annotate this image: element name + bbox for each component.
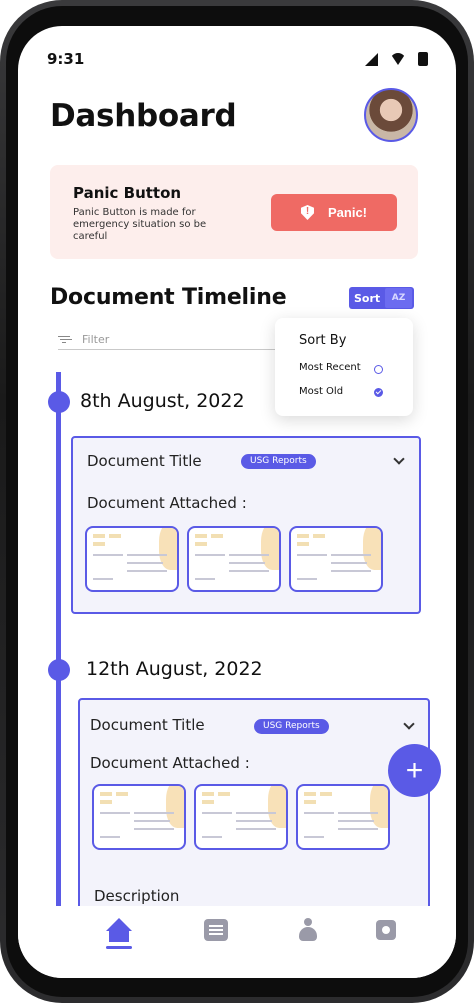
page-title: Dashboard — [50, 98, 237, 134]
panic-button[interactable]: Panic! — [271, 194, 397, 231]
wifi-icon — [390, 53, 406, 65]
timeline-date: 12th August, 2022 — [86, 658, 263, 680]
filter-placeholder: Filter — [82, 333, 110, 346]
document-card[interactable]: Document Title USG Reports Document Atta… — [71, 436, 421, 614]
radio-unchecked-icon[interactable] — [374, 365, 383, 374]
baby-icon — [297, 918, 319, 942]
nav-baby[interactable] — [288, 910, 328, 950]
document-title: Document Title — [90, 716, 205, 734]
status-time: 9:31 — [47, 50, 85, 68]
screen: 9:31 Dashboard Panic Button Panic Button… — [18, 26, 456, 978]
document-attached-label: Document Attached : — [90, 754, 250, 772]
document-attached-label: Document Attached : — [87, 494, 247, 512]
timeline-dot — [48, 659, 70, 681]
panic-description: Panic Button is made for emergency situa… — [73, 207, 207, 242]
filter-icon — [58, 335, 70, 344]
sort-az-icon[interactable]: AZ — [385, 288, 412, 308]
settings-icon — [376, 920, 396, 940]
sort-popup-title: Sort By — [299, 333, 347, 348]
timeline-date: 8th August, 2022 — [80, 390, 245, 412]
nav-documents[interactable] — [196, 910, 236, 950]
active-nav-indicator — [106, 946, 132, 949]
panic-card: Panic Button Panic Button is made for em… — [50, 165, 418, 259]
timeline-title: Document Timeline — [50, 285, 287, 310]
attachment-thumbnails — [92, 784, 390, 850]
sort-popup: Sort By Most Recent Most Old — [275, 318, 413, 416]
status-icons — [365, 52, 428, 66]
panic-title: Panic Button — [73, 184, 182, 202]
attachment-thumbnail[interactable] — [187, 526, 281, 592]
filter-input[interactable]: Filter — [58, 330, 288, 350]
radio-checked-icon[interactable] — [374, 388, 383, 397]
document-title: Document Title — [87, 452, 202, 470]
signal-icon — [365, 52, 378, 66]
document-tag: USG Reports — [241, 454, 316, 469]
document-tag: USG Reports — [254, 719, 329, 734]
home-icon — [104, 918, 134, 942]
description-label: Description — [94, 887, 180, 905]
panic-button-label: Panic! — [327, 205, 367, 220]
chevron-down-icon[interactable] — [403, 718, 415, 730]
sort-option-most-recent[interactable]: Most Recent — [299, 362, 361, 373]
sort-button[interactable]: Sort AZ — [349, 287, 414, 309]
avatar[interactable] — [364, 88, 418, 142]
sort-label: Sort — [354, 291, 381, 305]
add-document-button[interactable]: + — [388, 744, 441, 797]
nav-settings[interactable] — [366, 910, 406, 950]
attachment-thumbnail[interactable] — [92, 784, 186, 850]
chevron-down-icon[interactable] — [393, 453, 405, 465]
nav-home[interactable] — [99, 910, 139, 950]
battery-icon — [418, 52, 428, 66]
sort-option-most-old[interactable]: Most Old — [299, 386, 343, 397]
attachment-thumbnail[interactable] — [296, 784, 390, 850]
attachment-thumbnail[interactable] — [85, 526, 179, 592]
document-icon — [204, 919, 228, 941]
shield-alert-icon — [300, 205, 314, 220]
bottom-nav — [18, 906, 456, 978]
attachment-thumbnail[interactable] — [289, 526, 383, 592]
timeline-dot — [48, 391, 70, 413]
attachment-thumbnail[interactable] — [194, 784, 288, 850]
attachment-thumbnails — [85, 526, 383, 592]
